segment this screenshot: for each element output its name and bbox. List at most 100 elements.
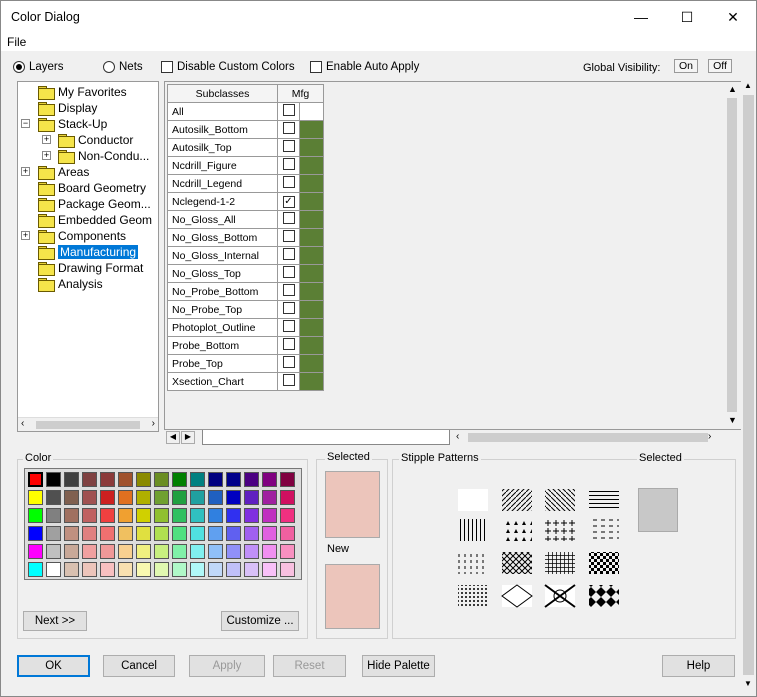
stipple-dashes[interactable]: [589, 519, 619, 541]
palette-swatch[interactable]: [262, 526, 277, 541]
palette-swatch[interactable]: [64, 526, 79, 541]
stipple-diamond-outline[interactable]: [501, 584, 533, 608]
visibility-checkbox[interactable]: [277, 102, 300, 121]
stipple-vertical[interactable]: [458, 519, 488, 541]
subclass-row[interactable]: Autosilk_Bottom: [167, 120, 324, 139]
palette-swatch[interactable]: [118, 562, 133, 577]
customize-button[interactable]: Customize ...: [221, 611, 299, 631]
grid-vertical-scrollbar[interactable]: ▲ ▼: [724, 82, 741, 429]
tree-item-analysis[interactable]: Analysis: [38, 276, 103, 292]
collapse-icon[interactable]: −: [21, 119, 30, 128]
mfg-color-cell[interactable]: [299, 156, 324, 175]
palette-swatch[interactable]: [208, 544, 223, 559]
palette-swatch[interactable]: [280, 472, 295, 487]
palette-swatch[interactable]: [64, 544, 79, 559]
visibility-checkbox[interactable]: ✓: [277, 192, 300, 211]
visibility-checkbox[interactable]: [277, 246, 300, 265]
palette-swatch[interactable]: [28, 472, 43, 487]
palette-swatch[interactable]: [28, 526, 43, 541]
palette-swatch[interactable]: [280, 526, 295, 541]
visibility-checkbox[interactable]: [277, 210, 300, 229]
palette-swatch[interactable]: [136, 562, 151, 577]
visibility-checkbox[interactable]: [277, 354, 300, 373]
palette-swatch[interactable]: [280, 490, 295, 505]
palette-swatch[interactable]: [118, 526, 133, 541]
subclass-row[interactable]: No_Gloss_All: [167, 210, 324, 229]
palette-swatch[interactable]: [46, 562, 61, 577]
palette-swatch[interactable]: [64, 508, 79, 523]
palette-swatch[interactable]: [226, 490, 241, 505]
mfg-color-cell[interactable]: [299, 210, 324, 229]
tree-item-embedded-geometry[interactable]: Embedded Geom: [38, 212, 152, 228]
stipple-diag-left[interactable]: [545, 489, 575, 511]
palette-swatch[interactable]: [172, 526, 187, 541]
palette-swatch[interactable]: [100, 526, 115, 541]
help-button[interactable]: Help: [662, 655, 735, 677]
subclass-row[interactable]: No_Gloss_Top: [167, 264, 324, 283]
palette-swatch[interactable]: [154, 490, 169, 505]
scroll-up-icon[interactable]: ▲: [728, 84, 737, 94]
stipple-crosshatch[interactable]: [502, 552, 532, 574]
palette-swatch[interactable]: [118, 544, 133, 559]
palette-swatch[interactable]: [280, 508, 295, 523]
mfg-color-cell[interactable]: [299, 372, 324, 391]
tree-item-components[interactable]: Components: [38, 228, 126, 244]
palette-swatch[interactable]: [28, 544, 43, 559]
palette-swatch[interactable]: [100, 562, 115, 577]
visibility-checkbox[interactable]: [277, 120, 300, 139]
palette-swatch[interactable]: [190, 508, 205, 523]
palette-swatch[interactable]: [208, 472, 223, 487]
visibility-checkbox[interactable]: [277, 336, 300, 355]
palette-swatch[interactable]: [28, 562, 43, 577]
subclass-row[interactable]: Nclegend-1-2 ✓: [167, 192, 324, 211]
tree-horizontal-scrollbar[interactable]: ‹ ›: [18, 417, 158, 431]
mfg-color-cell[interactable]: [299, 300, 324, 319]
tree-item-stack-up[interactable]: Stack-Up: [38, 116, 107, 132]
disable-custom-colors-checkbox[interactable]: Disable Custom Colors: [161, 61, 295, 73]
stipple-dots[interactable]: [458, 585, 488, 607]
palette-swatch[interactable]: [208, 508, 223, 523]
scroll-right-icon[interactable]: ›: [708, 431, 711, 442]
palette-swatch[interactable]: [100, 490, 115, 505]
scroll-thumb[interactable]: [743, 95, 754, 675]
palette-swatch[interactable]: [82, 544, 97, 559]
subclass-row[interactable]: Photoplot_Outline: [167, 318, 324, 337]
tree-item-non-conductor[interactable]: Non-Condu...: [58, 148, 149, 164]
palette-swatch[interactable]: [244, 490, 259, 505]
subclass-row[interactable]: Probe_Top: [167, 354, 324, 373]
palette-swatch[interactable]: [226, 562, 241, 577]
visibility-checkbox[interactable]: [277, 372, 300, 391]
window-vertical-scrollbar[interactable]: ▲ ▼: [741, 81, 756, 693]
visibility-checkbox[interactable]: [277, 228, 300, 247]
mfg-color-cell[interactable]: [299, 138, 324, 157]
palette-swatch[interactable]: [280, 562, 295, 577]
stipple-grid[interactable]: [545, 552, 575, 574]
palette-swatch[interactable]: [172, 544, 187, 559]
palette-swatch[interactable]: [208, 490, 223, 505]
nets-radio[interactable]: Nets: [103, 61, 143, 73]
mfg-color-cell[interactable]: [299, 282, 324, 301]
stipple-solid[interactable]: [458, 489, 488, 511]
palette-swatch[interactable]: [172, 490, 187, 505]
palette-swatch[interactable]: [100, 544, 115, 559]
subclass-row[interactable]: Ncdrill_Legend: [167, 174, 324, 193]
scroll-up-icon[interactable]: ▲: [744, 81, 752, 90]
palette-swatch[interactable]: [154, 562, 169, 577]
ok-button[interactable]: OK: [17, 655, 90, 677]
palette-swatch[interactable]: [262, 490, 277, 505]
layers-radio[interactable]: Layers: [13, 61, 64, 73]
palette-swatch[interactable]: [136, 526, 151, 541]
stipple-diag-right[interactable]: [502, 489, 532, 511]
tree-item-drawing-format[interactable]: Drawing Format: [38, 260, 143, 276]
tree-item-conductor[interactable]: Conductor: [58, 132, 133, 148]
close-button[interactable]: ✕: [710, 1, 756, 33]
palette-swatch[interactable]: [64, 472, 79, 487]
scroll-left-icon[interactable]: ‹: [456, 431, 459, 442]
palette-swatch[interactable]: [208, 562, 223, 577]
palette-swatch[interactable]: [28, 490, 43, 505]
palette-swatch[interactable]: [244, 562, 259, 577]
expand-icon[interactable]: +: [21, 231, 30, 240]
subclass-row[interactable]: Probe_Bottom: [167, 336, 324, 355]
expand-icon[interactable]: +: [42, 151, 51, 160]
palette-swatch[interactable]: [190, 562, 205, 577]
